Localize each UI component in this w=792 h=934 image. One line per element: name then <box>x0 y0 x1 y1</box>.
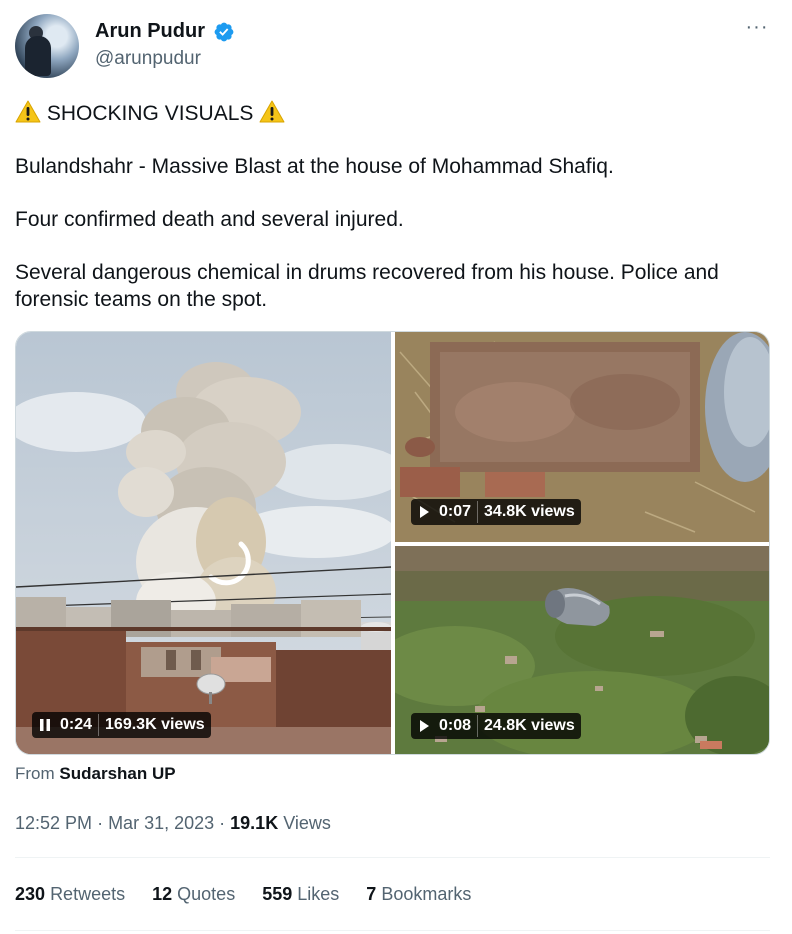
meta-separator: · <box>219 813 231 833</box>
video-badge[interactable]: 0:08 24.8K views <box>411 713 581 739</box>
video-duration: 0:24 <box>60 716 93 733</box>
pause-icon[interactable] <box>38 718 52 732</box>
video-blast[interactable]: 0:24 169.3K views <box>16 332 391 754</box>
tweet-meta: 12:52 PM · Mar 31, 2023 · 19.1K Views <box>15 813 331 834</box>
warning-icon <box>259 100 285 123</box>
video-views: 24.8K views <box>484 717 575 734</box>
retweets-count: 230 <box>15 884 46 904</box>
likes-label: Likes <box>297 884 340 904</box>
video-views: 34.8K views <box>484 503 575 520</box>
author-name-row[interactable]: Arun Pudur <box>95 20 235 43</box>
video-thumbnail <box>16 332 391 754</box>
tweet-heading-line: SHOCKING VISUALS <box>15 100 775 127</box>
verified-badge-icon <box>215 22 234 41</box>
media-source: From Sudarshan UP <box>15 764 176 784</box>
quotes-count: 12 <box>152 884 173 904</box>
quotes-label: Quotes <box>177 884 236 904</box>
tweet-paragraph: Four confirmed death and several injured… <box>15 208 404 231</box>
likes-stat[interactable]: 559 Likes <box>262 884 339 905</box>
video-badge[interactable]: 0:24 169.3K views <box>32 712 211 738</box>
tweet-header: Arun Pudur @arunpudur ··· <box>15 14 775 80</box>
tweet-date[interactable]: Mar 31, 2023 <box>108 813 214 833</box>
bookmarks-stat[interactable]: 7 Bookmarks <box>366 884 471 905</box>
video-views: 169.3K views <box>105 716 205 733</box>
author-handle[interactable]: @arunpudur <box>95 48 201 70</box>
views-count: 19.1K <box>230 813 279 833</box>
warning-icon <box>15 100 41 123</box>
divider <box>15 930 770 931</box>
tweet-text: SHOCKING VISUALS Bulandshahr - Massive B… <box>15 100 775 313</box>
views-label: Views <box>283 813 331 833</box>
source-prefix: From <box>15 764 55 783</box>
video-duration: 0:07 <box>439 503 472 520</box>
play-icon[interactable] <box>417 505 431 519</box>
meta-separator: · <box>97 813 109 833</box>
tweet-heading: SHOCKING VISUALS <box>46 102 254 125</box>
author-name[interactable]: Arun Pudur <box>95 20 205 43</box>
source-link[interactable]: Sudarshan UP <box>59 764 175 783</box>
avatar[interactable] <box>15 14 79 78</box>
engagement-stats: 230 Retweets 12 Quotes 559 Likes 7 Bookm… <box>15 884 498 905</box>
tweet-time[interactable]: 12:52 PM <box>15 813 92 833</box>
quotes-stat[interactable]: 12 Quotes <box>152 884 235 905</box>
tweet-paragraph: Several dangerous chemical in drums reco… <box>15 261 719 311</box>
retweets-label: Retweets <box>50 884 126 904</box>
video-badge[interactable]: 0:07 34.8K views <box>411 499 581 525</box>
video-field[interactable]: 0:08 24.8K views <box>395 546 769 754</box>
media-grid: 0:24 169.3K views 0:07 34.8K views 0:08 … <box>15 331 770 755</box>
retweets-stat[interactable]: 230 Retweets <box>15 884 125 905</box>
likes-count: 559 <box>262 884 293 904</box>
video-duration: 0:08 <box>439 717 472 734</box>
divider <box>15 857 770 858</box>
play-icon[interactable] <box>417 719 431 733</box>
bookmarks-count: 7 <box>366 884 377 904</box>
more-options-icon[interactable]: ··· <box>745 17 769 42</box>
bookmarks-label: Bookmarks <box>381 884 472 904</box>
video-blurred[interactable]: 0:07 34.8K views <box>395 332 769 542</box>
tweet-paragraph: Bulandshahr - Massive Blast at the house… <box>15 155 614 178</box>
